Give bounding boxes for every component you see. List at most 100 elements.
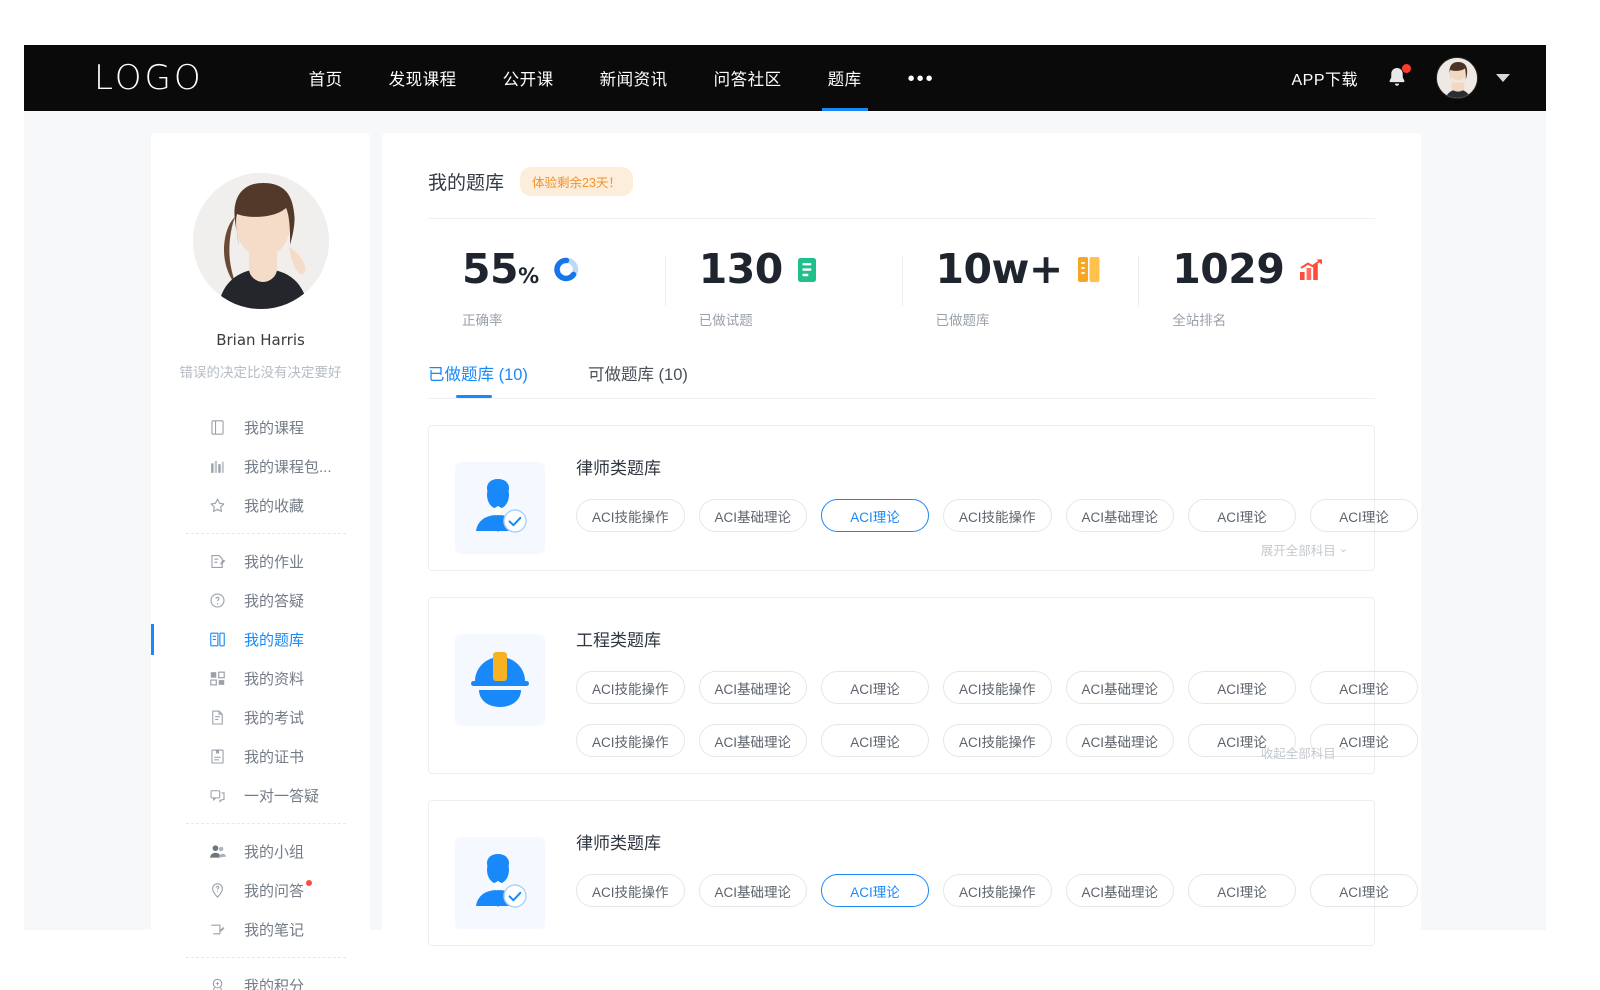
subject-tag[interactable]: ACI基础理论 [1066,499,1175,532]
subject-tag[interactable]: ACI技能操作 [943,874,1052,907]
stat-card-4: 1029 全站排名 [1138,249,1375,329]
stat-card-1: 55% 正确率 [428,249,665,329]
sidebar-item-我的课程包[interactable]: 我的课程包... [151,447,370,486]
subject-tag[interactable]: ACI技能操作 [576,724,685,757]
exam-icon [208,708,227,727]
app-download-link[interactable]: APP下载 [1291,66,1358,90]
stat-label: 全站排名 [1172,309,1375,329]
subject-tag[interactable]: ACI理论 [1188,671,1296,704]
page-root: LOGO 首页发现课程公开课新闻资讯问答社区题库••• APP下载 [0,0,1600,990]
sidebar-item-label: 我的小组 [244,841,304,862]
sidebar-divider [186,533,346,534]
sidebar-item-我的作业[interactable]: 我的作业 [151,542,370,581]
sidebar-item-我的证书[interactable]: 我的证书 [151,737,370,776]
stat-icon-wrap [1077,255,1104,284]
lawyer-icon [467,475,533,541]
subject-tag[interactable]: ACI理论 [821,874,929,907]
subject-tag[interactable]: ACI理论 [1188,874,1296,907]
sidebar-item-我的课程[interactable]: 我的课程 [151,408,370,447]
chevron-up-icon: ⌃ [1339,747,1348,758]
subject-tag[interactable]: ACI基础理论 [1066,874,1175,907]
subject-tag[interactable]: ACI理论 [1188,499,1296,532]
main-panel: 我的题库 体验剩余23天！ 55% 正确率 130 已做试题 10w+ [382,133,1421,946]
materials-icon [208,669,227,688]
exam-icon [208,708,227,727]
sidebar-divider [186,823,346,824]
stat-value: 10w+ [936,249,1063,290]
stat-number: 55 [462,245,518,293]
sidebar-item-label: 我的考试 [244,707,304,728]
card-body: 律师类题库 ACI技能操作 ACI基础理论 ACI理论 ACI技能操作 ACI基础理论 AC… [545,454,1418,554]
sidebar-item-我的资料[interactable]: 我的资料 [151,659,370,698]
expand-collapse-subjects-link[interactable]: 收起全部科目⌃ [1261,743,1348,762]
subject-tag[interactable]: ACI技能操作 [943,671,1052,704]
subject-tag[interactable]: ACI理论 [821,724,929,757]
helmet-icon [467,649,533,711]
subject-tag[interactable]: ACI理论 [1310,874,1418,907]
subject-tag[interactable]: ACI理论 [821,499,929,532]
subject-tag[interactable]: ACI理论 [1310,499,1418,532]
sidebar-item-我的考试[interactable]: 我的考试 [151,698,370,737]
stat-value: 55% [462,249,539,290]
tab-2[interactable]: 可做题库 (10) [588,361,688,398]
subject-tag-row: ACI技能操作 ACI基础理论 ACI理论 ACI技能操作 ACI基础理论 ACI理论 AC… [576,874,1418,907]
subject-tag[interactable]: ACI理论 [1310,671,1418,704]
sidebar-item-label: 我的问答 [244,880,304,901]
stat-value: 130 [699,249,783,290]
subject-tag[interactable]: ACI基础理论 [1066,724,1175,757]
stat-number: 130 [699,245,783,293]
sidebar-item-我的积分[interactable]: 我的积分 [151,966,370,990]
sidebar-item-我的问答[interactable]: 我的问答 [151,871,370,910]
one-to-one-icon [208,786,227,805]
user-avatar-button[interactable] [1436,57,1478,99]
tabs-divider [428,398,1375,399]
subject-tag[interactable]: ACI基础理论 [699,499,808,532]
sidebar-item-label: 我的笔记 [244,919,304,940]
subject-tag[interactable]: ACI基础理论 [699,874,808,907]
sidebar-item-我的收藏[interactable]: 我的收藏 [151,486,370,525]
user-menu-chevron-icon[interactable] [1496,74,1510,82]
toggle-label: 收起全部科目 [1261,743,1336,762]
group-icon [208,842,227,861]
subject-tag[interactable]: ACI基础理论 [1066,671,1175,704]
stat-value-row: 10w+ [936,249,1139,290]
avatar-image [1437,58,1478,99]
stat-value-row: 55% [462,249,665,290]
nav-item-3[interactable]: 公开课 [480,45,577,111]
expand-collapse-subjects-link[interactable]: 展开全部科目⌄ [1261,540,1348,559]
question-circle-icon [208,591,227,610]
sidebar-item-我的小组[interactable]: 我的小组 [151,832,370,871]
subject-tag[interactable]: ACI技能操作 [576,499,685,532]
notification-bell-button[interactable] [1384,64,1410,92]
nav-item-4[interactable]: 新闻资讯 [577,45,691,111]
certificate-icon [208,747,227,766]
sidebar-item-我的题库[interactable]: 我的题库 [151,620,370,659]
orange-book-icon [1077,256,1101,283]
stat-label: 已做题库 [936,309,1139,329]
site-logo[interactable]: LOGO [94,58,204,98]
sidebar-item-一对一答疑[interactable]: 一对一答疑 [151,776,370,815]
subject-tag[interactable]: ACI技能操作 [943,724,1052,757]
subject-tag[interactable]: ACI技能操作 [943,499,1052,532]
card-title: 律师类题库 [576,454,1418,479]
stats-row: 55% 正确率 130 已做试题 10w+ 已做题库 [428,219,1375,355]
sidebar-item-dot [306,880,312,886]
star-icon [208,496,227,515]
subject-tag[interactable]: ACI理论 [821,671,929,704]
subject-tag[interactable]: ACI技能操作 [576,671,685,704]
nav-item-7[interactable]: ••• [885,45,958,111]
stat-number: 1029 [1172,245,1284,293]
nav-item-5[interactable]: 问答社区 [691,45,805,111]
sidebar-item-label: 我的证书 [244,746,304,767]
subject-tag[interactable]: ACI基础理论 [699,671,808,704]
subject-tag[interactable]: ACI基础理论 [699,724,808,757]
nav-item-1[interactable]: 首页 [286,45,366,111]
sidebar-item-我的笔记[interactable]: 我的笔记 [151,910,370,949]
nav-item-2[interactable]: 发现课程 [366,45,480,111]
tab-1[interactable]: 已做题库 (10) [428,361,528,398]
stat-card-3: 10w+ 已做题库 [902,249,1139,329]
donut-progress-icon [553,256,580,283]
nav-item-6[interactable]: 题库 [805,45,885,111]
subject-tag[interactable]: ACI技能操作 [576,874,685,907]
sidebar-item-我的答疑[interactable]: 我的答疑 [151,581,370,620]
